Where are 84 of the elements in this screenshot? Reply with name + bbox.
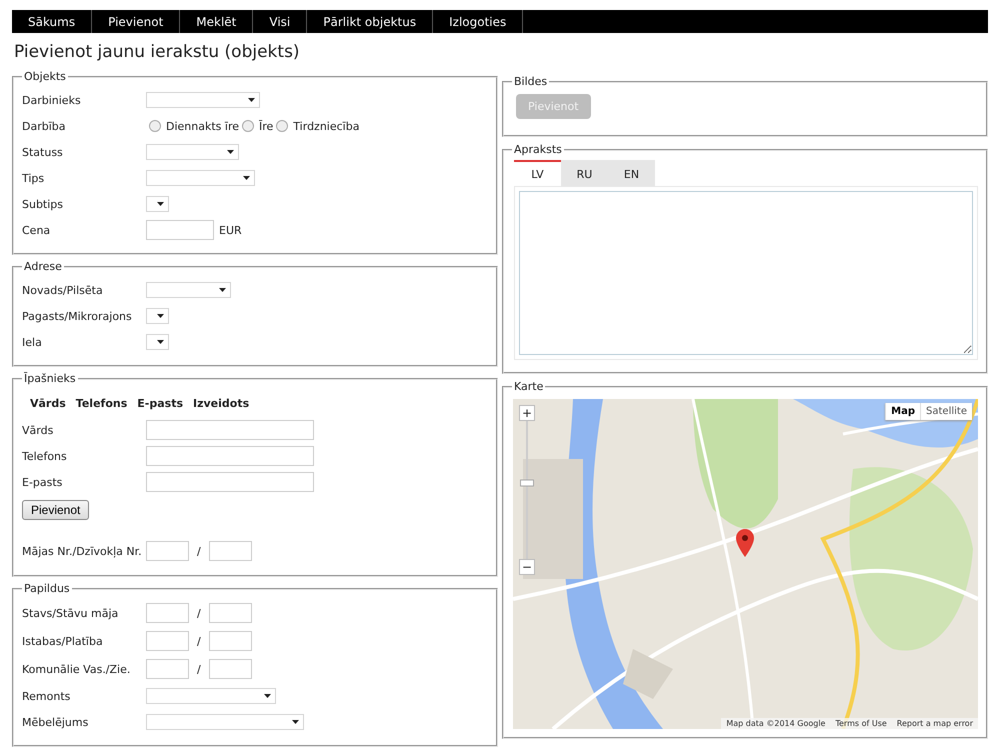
input-field[interactable] [146, 220, 214, 240]
zoom-slider-thumb[interactable] [520, 480, 534, 487]
radio-button[interactable] [276, 120, 288, 132]
map-type-toggle[interactable]: Map [885, 403, 920, 420]
input-field[interactable] [146, 659, 189, 679]
field-label: Iela [22, 336, 43, 348]
field-label: Novads/Pilsēta [22, 284, 104, 296]
input-field[interactable] [146, 420, 314, 440]
field-label: Vārds [22, 424, 54, 436]
caret-icon [157, 202, 164, 206]
caret-icon [243, 176, 250, 180]
field-label: Stavs/Stāvu māja [22, 606, 120, 620]
nav-link[interactable]: Sākums [12, 10, 92, 33]
nav-link[interactable]: Visi [253, 10, 308, 33]
field-label: Mājas Nr./Dzīvokļa Nr. [22, 544, 143, 558]
input-field[interactable] [208, 631, 252, 651]
column-header: Izveidots [193, 396, 250, 410]
nav-link[interactable]: Pievienot [92, 10, 180, 33]
map-link[interactable]: Report a map error [896, 719, 973, 728]
input-field[interactable] [146, 472, 314, 492]
field-label: Subtips [22, 198, 64, 210]
zoom-in-button[interactable]: + [519, 405, 535, 421]
input-field[interactable] [146, 446, 314, 466]
page-title: Pievienot jaunu ierakstu (objekts) [14, 42, 301, 62]
section-title: Papildus [23, 582, 71, 595]
field-label: Remonts [22, 690, 72, 702]
caret-icon [248, 98, 255, 102]
nav-link[interactable]: Izlogoties [433, 10, 524, 33]
dropdown[interactable] [146, 334, 169, 350]
caret-icon [219, 288, 226, 292]
dropdown[interactable] [146, 308, 169, 324]
radio-button[interactable] [149, 120, 161, 132]
radio-label: Diennakts īre [166, 120, 239, 132]
field-label: Pagasts/Mikrorajons [22, 310, 133, 322]
map-pin-icon[interactable] [736, 529, 754, 557]
section-title: Karte [513, 380, 544, 393]
radio-label: Īre [259, 120, 274, 132]
zoom-out-button[interactable]: − [519, 559, 535, 575]
map-type-toggle[interactable]: Satellite [920, 403, 972, 420]
nav-link[interactable]: Pārlikt objektus [307, 10, 434, 33]
nav-link[interactable]: Meklēt [180, 10, 254, 33]
column-header: Telefons [76, 396, 128, 410]
attribution-text: Map data ©2014 Google [726, 719, 826, 728]
field-label: Cena [22, 224, 52, 236]
field-label: Tips [22, 172, 46, 184]
caret-icon [227, 150, 234, 154]
language-tab[interactable]: EN [608, 160, 655, 186]
input-field[interactable] [208, 603, 252, 623]
separator: / [197, 634, 201, 648]
field-label: Telefons [22, 450, 68, 462]
input-field[interactable] [146, 631, 189, 651]
input-field[interactable] [208, 541, 252, 561]
column-header: Vārds [30, 396, 66, 410]
field-label: Darbība [22, 120, 66, 132]
separator: / [197, 662, 201, 676]
caret-icon [292, 720, 299, 724]
radio-label: Tirdzniecība [293, 120, 360, 132]
section-title: Objekts [23, 70, 67, 83]
radio-button[interactable] [242, 120, 254, 132]
unit-label: EUR [219, 224, 242, 236]
section-title: Bildes [513, 75, 548, 88]
field-label: Mēbelējums [22, 716, 90, 728]
field-label: Statuss [22, 146, 64, 158]
field-label: Istabas/Platība [22, 634, 104, 648]
caret-icon [157, 340, 164, 344]
section-title: Īpašnieks [23, 372, 77, 385]
input-field[interactable] [146, 541, 189, 561]
field-label: E-pasts [22, 476, 64, 488]
separator: / [197, 606, 201, 620]
map-link[interactable]: Terms of Use [835, 719, 887, 728]
caret-icon [264, 694, 271, 698]
field-label: Darbinieks [22, 94, 82, 106]
separator: / [197, 544, 201, 558]
field-label: Komunālie Vas./Zie. [22, 662, 132, 676]
caret-icon [157, 314, 164, 318]
dropdown[interactable] [146, 196, 169, 212]
column-header: E-pasts [137, 396, 183, 410]
input-field[interactable] [146, 603, 189, 623]
input-field[interactable] [208, 659, 252, 679]
section-title: Adrese [23, 260, 63, 273]
zoom-slider[interactable] [520, 421, 534, 559]
add-button[interactable]: Pievienot [22, 500, 90, 520]
language-tab[interactable]: RU [561, 160, 608, 186]
section-title: Apraksts [513, 143, 563, 156]
